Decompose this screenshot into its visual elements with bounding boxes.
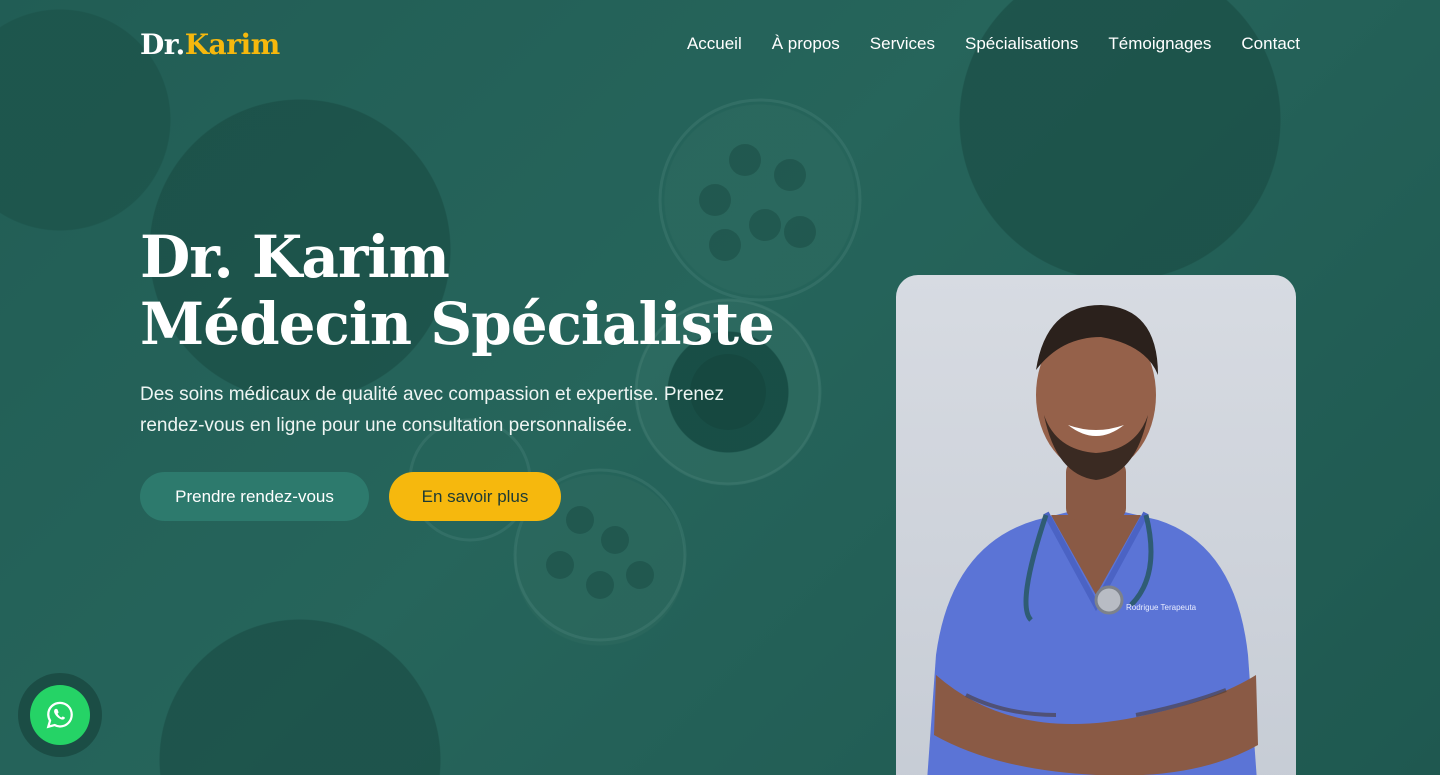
- logo-name: Karim: [184, 27, 281, 61]
- whatsapp-button[interactable]: [30, 685, 90, 745]
- nav-item-a-propos[interactable]: À propos: [772, 34, 840, 54]
- nav-item-accueil[interactable]: Accueil: [687, 34, 742, 54]
- main-nav: Accueil À propos Services Spécialisation…: [687, 34, 1300, 54]
- hero-actions: Prendre rendez-vous En savoir plus: [140, 472, 800, 521]
- logo-prefix: Dr.: [140, 27, 185, 61]
- book-appointment-button[interactable]: Prendre rendez-vous: [140, 472, 369, 521]
- scrubs-embroidery: Rodrigue Terapeuta: [1126, 603, 1197, 612]
- hero-title-line2: Médecin Spécialiste: [140, 290, 775, 358]
- hero-title-line1: Dr. Karim: [140, 223, 450, 291]
- site-header: Dr.Karim Accueil À propos Services Spéci…: [140, 24, 1300, 64]
- hero-content: Dr. Karim Médecin Spécialiste Des soins …: [140, 224, 800, 521]
- logo[interactable]: Dr.Karim: [140, 28, 280, 61]
- learn-more-button[interactable]: En savoir plus: [389, 472, 561, 521]
- whatsapp-icon: [46, 701, 73, 729]
- nav-item-temoignages[interactable]: Témoignages: [1108, 34, 1211, 54]
- nav-item-specialisations[interactable]: Spécialisations: [965, 34, 1078, 54]
- hero-description: Des soins médicaux de qualité avec compa…: [140, 384, 725, 436]
- doctor-photo: Rodrigue Terapeuta: [896, 275, 1296, 775]
- nav-item-services[interactable]: Services: [870, 34, 935, 54]
- doctor-portrait-illustration: Rodrigue Terapeuta: [927, 305, 1258, 775]
- hero-title: Dr. Karim Médecin Spécialiste: [140, 224, 800, 358]
- nav-item-contact[interactable]: Contact: [1241, 34, 1300, 54]
